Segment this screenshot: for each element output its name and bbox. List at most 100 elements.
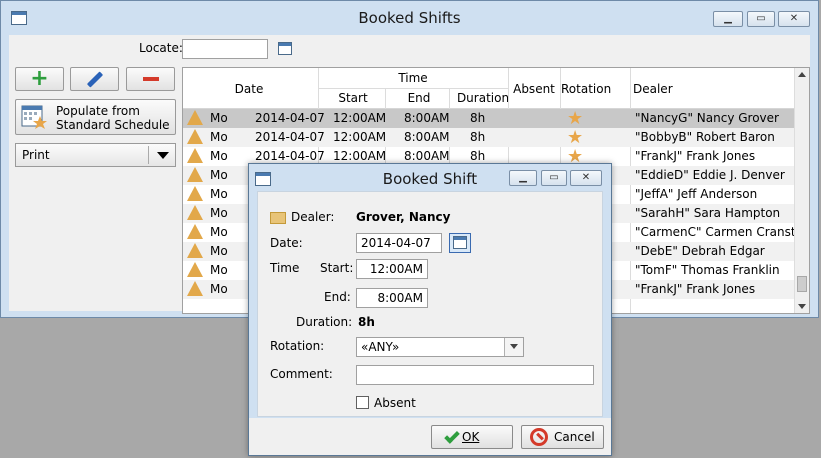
minimize-button[interactable]: ▁	[713, 11, 743, 27]
header-dealer[interactable]: Dealer	[633, 82, 673, 96]
checkmark-icon	[444, 428, 460, 444]
cell-day: Mo	[210, 263, 228, 277]
ok-button[interactable]: OK	[431, 425, 513, 449]
chevron-down-icon	[510, 344, 518, 349]
minus-icon	[142, 77, 159, 81]
grid-header: Date Time Start End Duration Absent Rota…	[183, 68, 795, 109]
close-button[interactable]: ✕	[778, 11, 810, 27]
cell-start: 12:00AM	[333, 130, 387, 144]
table-row[interactable]: Mo 2014-04-07 12:00AM 8:00AM 8h ★ "NancyG" Nan…	[183, 108, 795, 129]
dialog-client-area: Dealer: Grover, Nancy Date: 2014-04-07 T…	[257, 191, 603, 417]
scroll-down-icon[interactable]	[798, 304, 806, 309]
header-absent[interactable]: Absent	[509, 82, 559, 96]
cell-duration: 8h	[470, 149, 486, 163]
calendar-star-icon	[21, 105, 47, 129]
ok-label: OK	[462, 430, 480, 444]
warning-icon	[187, 281, 203, 296]
locate-calendar-button[interactable]	[276, 40, 294, 58]
dialog-close-button[interactable]: ✕	[570, 170, 602, 186]
comment-label: Comment:	[270, 367, 333, 381]
cell-dealer: "BobbyB" Robert Baron	[635, 130, 775, 144]
dialog-titlebar[interactable]: Booked Shift ▁ ▭ ✕	[249, 164, 611, 190]
warning-icon	[187, 110, 203, 125]
table-row[interactable]: Mo 2014-04-07 12:00AM 8:00AM 8h ★ "BobbyB" Rob…	[183, 127, 795, 148]
date-calendar-button[interactable]	[449, 233, 471, 253]
cell-end: 8:00AM	[404, 111, 450, 125]
header-rotation[interactable]: Rotation	[561, 82, 611, 96]
pencil-icon	[86, 71, 103, 88]
chevron-down-icon[interactable]	[157, 152, 169, 159]
header-time-divider	[318, 88, 508, 89]
scroll-up-icon[interactable]	[798, 72, 806, 77]
cell-dealer: "FrankJ" Frank Jones	[635, 149, 756, 163]
calendar-icon	[278, 42, 292, 55]
cell-start: 12:00AM	[333, 111, 387, 125]
start-label: Start:	[320, 261, 354, 275]
cell-day: Mo	[210, 187, 228, 201]
locate-input[interactable]	[182, 39, 268, 59]
star-icon: ★	[567, 108, 584, 129]
cell-dealer: "NancyG" Nancy Grover	[635, 111, 779, 125]
header-start[interactable]: Start	[318, 91, 388, 105]
window-titlebar[interactable]: Booked Shifts ▁ ▭ ✕	[1, 1, 818, 35]
cancel-button[interactable]: Cancel	[521, 425, 604, 449]
absent-checkbox[interactable]	[356, 396, 369, 409]
cell-date: 2014-04-07	[255, 111, 325, 125]
plus-icon: +	[30, 66, 49, 91]
cell-day: Mo	[210, 168, 228, 182]
cell-day: Mo	[210, 149, 228, 163]
cell-day: Mo	[210, 130, 228, 144]
time-label: Time	[270, 261, 300, 275]
end-label: End:	[324, 290, 351, 304]
duration-label: Duration:	[296, 315, 353, 329]
locate-label: Locate:	[139, 41, 183, 55]
print-separator	[148, 146, 149, 164]
rotation-label: Rotation:	[270, 339, 325, 353]
start-time-input[interactable]: 12:00AM	[356, 259, 428, 279]
warning-icon	[187, 129, 203, 144]
comment-input[interactable]	[356, 365, 594, 385]
booked-shift-dialog: Booked Shift ▁ ▭ ✕ Dealer: Grover, Nancy…	[248, 163, 612, 456]
cell-end: 8:00AM	[404, 130, 450, 144]
rotation-dropdown-button[interactable]	[504, 338, 523, 356]
populate-from-standard-schedule-button[interactable]: Populate from Standard Schedule	[15, 99, 176, 135]
populate-label-line1: Populate from	[56, 104, 140, 118]
cell-duration: 8h	[470, 130, 486, 144]
edit-button[interactable]	[70, 67, 119, 91]
date-input[interactable]: 2014-04-07	[356, 233, 442, 253]
populate-label-line2: Standard Schedule	[56, 118, 170, 132]
warning-icon	[187, 224, 203, 239]
cell-start: 12:00AM	[333, 149, 387, 163]
cell-dealer: "CarmenC" Carmen Cranston	[635, 225, 810, 239]
date-label: Date:	[270, 236, 303, 250]
delete-button[interactable]	[126, 67, 175, 91]
header-date[interactable]: Date	[223, 82, 275, 96]
warning-icon	[187, 243, 203, 258]
dialog-minimize-button[interactable]: ▁	[509, 170, 537, 186]
header-end[interactable]: End	[384, 91, 454, 105]
cell-day: Mo	[210, 111, 228, 125]
star-icon: ★	[567, 127, 584, 148]
maximize-button[interactable]: ▭	[747, 11, 775, 27]
print-dropdown[interactable]: Print	[15, 143, 176, 167]
scrollbar-thumb[interactable]	[797, 276, 807, 292]
end-time-input[interactable]: 8:00AM	[356, 288, 428, 308]
dealer-value: Grover, Nancy	[356, 210, 451, 224]
warning-icon	[187, 262, 203, 277]
add-button[interactable]: +	[15, 67, 64, 91]
dialog-maximize-button[interactable]: ▭	[541, 170, 567, 186]
vertical-scrollbar[interactable]	[794, 68, 809, 313]
rotation-select[interactable]: «ANY»	[356, 337, 524, 357]
print-label: Print	[22, 148, 50, 162]
folder-icon	[270, 212, 286, 224]
dialog-footer: OK Cancel	[249, 418, 611, 455]
cell-day: Mo	[210, 244, 228, 258]
populate-label: Populate from Standard Schedule	[56, 104, 170, 132]
warning-icon	[187, 167, 203, 182]
cancel-label: Cancel	[554, 430, 595, 444]
cell-date: 2014-04-07	[255, 149, 325, 163]
cell-dealer: "SarahH" Sara Hampton	[635, 206, 781, 220]
cell-duration: 8h	[470, 111, 486, 125]
duration-value: 8h	[358, 315, 375, 329]
cell-dealer: "DebE" Debrah Edgar	[635, 244, 765, 258]
